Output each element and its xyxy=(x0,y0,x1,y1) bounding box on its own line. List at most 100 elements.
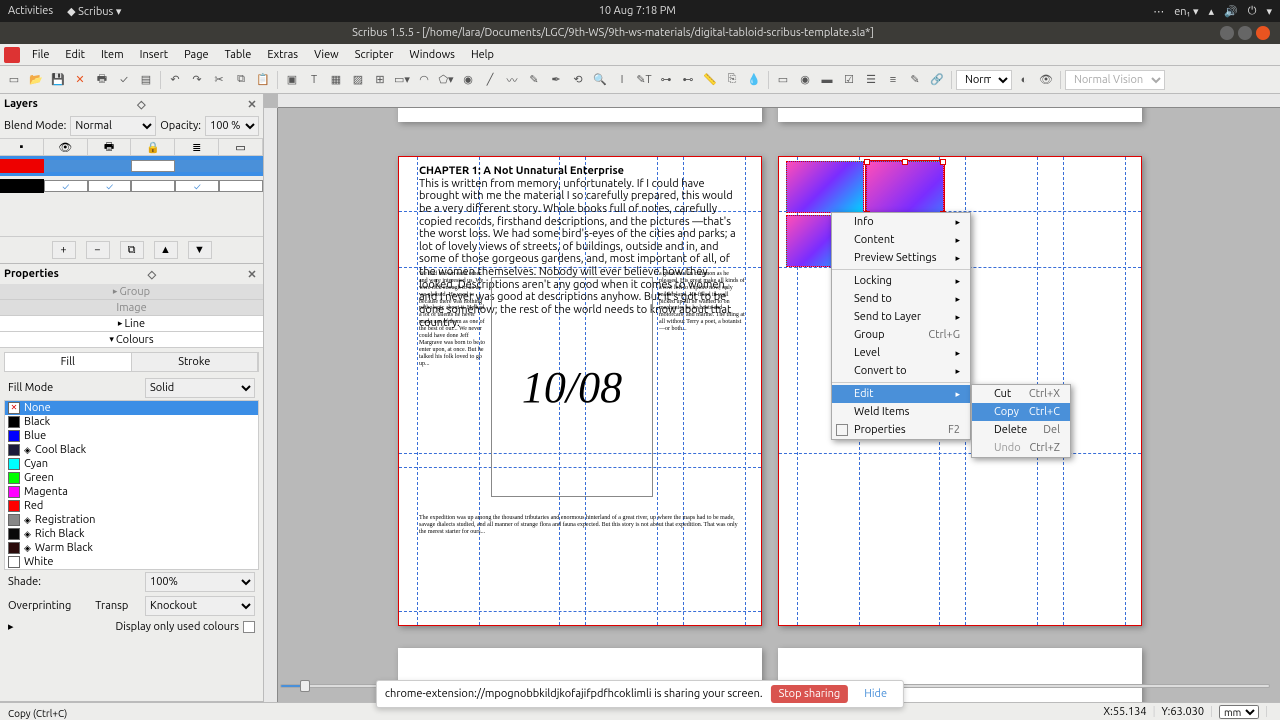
eyedropper-tool[interactable]: 💧 xyxy=(744,70,764,90)
rotate-tool[interactable]: ⟲ xyxy=(568,70,588,90)
page-left[interactable]: CHAPTER 1: A Not Unnatural Enterprise Th… xyxy=(398,156,762,626)
copyprops-tool[interactable]: ⎘ xyxy=(722,70,742,90)
unit-select[interactable]: mm xyxy=(1219,705,1259,719)
layer-lock-checkbox[interactable] xyxy=(131,160,175,172)
layers-close[interactable]: ✕ xyxy=(245,97,259,111)
pdf-textfield[interactable]: ▬ xyxy=(817,70,837,90)
redo-button[interactable]: ↷ xyxy=(187,70,207,90)
pdf-list[interactable]: ≡ xyxy=(883,70,903,90)
cut-button[interactable]: ✂ xyxy=(209,70,229,90)
print-button[interactable]: 🖶 xyxy=(92,70,112,90)
calligraphy-tool[interactable]: ✒ xyxy=(546,70,566,90)
color-row-red[interactable]: Red xyxy=(5,499,258,513)
menu-view[interactable]: View xyxy=(306,46,347,64)
bezier-tool[interactable]: 〰 xyxy=(502,70,522,90)
network-icon[interactable]: ▴ xyxy=(1209,5,1215,18)
ctx-edit-cut[interactable]: CutCtrl+X xyxy=(972,385,1070,403)
ctx-edit[interactable]: Edit▸ xyxy=(832,385,970,403)
menu-help[interactable]: Help xyxy=(463,46,502,64)
pdf-combo[interactable]: ☰ xyxy=(861,70,881,90)
ctx-edit-copy[interactable]: CopyCtrl+C xyxy=(972,403,1070,421)
preview-toggle[interactable]: 👁 xyxy=(1036,70,1056,90)
shape-tool[interactable]: ▭▾ xyxy=(392,70,412,90)
text-frame-col1[interactable]: We had known each other and were interes… xyxy=(417,269,489,509)
dup-layer-button[interactable]: ⧉ xyxy=(120,241,144,259)
text-frame-footer[interactable]: The expedition was up among the thousand… xyxy=(417,513,743,613)
layer-flow-checkbox[interactable] xyxy=(175,180,219,192)
shade-select[interactable]: 100% xyxy=(145,572,255,592)
minimize-button[interactable] xyxy=(1220,26,1234,40)
prop-image[interactable]: Image xyxy=(0,300,263,316)
stop-sharing-button[interactable]: Stop sharing xyxy=(771,685,849,703)
polygon-tool[interactable]: ⬠▾ xyxy=(436,70,456,90)
color-row-black[interactable]: Black xyxy=(5,415,258,429)
hide-notification-button[interactable]: Hide xyxy=(856,685,895,703)
color-row-blue[interactable]: Blue xyxy=(5,429,258,443)
editcontent-tool[interactable]: I xyxy=(612,70,632,90)
vision-mode-select[interactable]: Normal Vision xyxy=(1065,70,1165,90)
new-button[interactable]: ▭ xyxy=(4,70,24,90)
properties-undock[interactable]: ◇ xyxy=(145,267,159,281)
copy-button[interactable]: ⧉ xyxy=(231,70,251,90)
pdf-radio[interactable]: ◉ xyxy=(795,70,815,90)
menu-insert[interactable]: Insert xyxy=(132,46,176,64)
blend-mode-select[interactable]: Normal xyxy=(70,116,156,136)
layer-outline-checkbox[interactable] xyxy=(219,160,263,172)
app-indicator[interactable]: ◆ Scribus ▾ xyxy=(67,5,121,18)
prop-line[interactable]: ▸Line xyxy=(0,316,263,332)
date-frame[interactable]: 10/08 xyxy=(491,277,653,497)
layer-up-button[interactable]: ▲ xyxy=(154,241,178,259)
ctx-send-to[interactable]: Send to▸ xyxy=(832,290,970,308)
activities-button[interactable]: Activities xyxy=(8,5,53,18)
layers-undock[interactable]: ◇ xyxy=(134,97,148,111)
preview-mode-select[interactable]: Normal xyxy=(956,70,1012,90)
color-row-rich-black[interactable]: ◈Rich Black xyxy=(5,527,258,541)
ctx-weld-items[interactable]: Weld Items xyxy=(832,403,970,421)
undo-button[interactable]: ↶ xyxy=(165,70,185,90)
color-list[interactable]: ✕NoneBlackBlue◈Cool BlackCyanGreenMagent… xyxy=(4,400,259,570)
edittext-tool[interactable]: ✎T xyxy=(634,70,654,90)
layer-print-checkbox[interactable] xyxy=(88,160,132,172)
ctx-group[interactable]: GroupCtrl+G xyxy=(832,326,970,344)
layer-down-button[interactable]: ▼ xyxy=(188,241,212,259)
properties-close[interactable]: ✕ xyxy=(245,267,259,281)
table-tool[interactable]: ⊞ xyxy=(370,70,390,90)
close-button[interactable]: ✕ xyxy=(70,70,90,90)
measure-tool[interactable]: 📏 xyxy=(700,70,720,90)
spiral-tool[interactable]: ◉ xyxy=(458,70,478,90)
add-layer-button[interactable]: + xyxy=(52,241,76,259)
lang-indicator[interactable]: en₁ ▾ xyxy=(1174,5,1198,18)
menu-windows[interactable]: Windows xyxy=(401,46,463,64)
layer-lock-checkbox[interactable] xyxy=(131,180,175,192)
image-frame-1[interactable] xyxy=(786,161,864,213)
linkframes-tool[interactable]: ⊶ xyxy=(656,70,676,90)
power-icon[interactable]: ⏻ xyxy=(1248,5,1257,18)
fill-tab[interactable]: Fill xyxy=(5,353,132,371)
text-tool[interactable]: T xyxy=(304,70,324,90)
layer-row-0[interactable] xyxy=(0,156,263,176)
layer-outline-checkbox[interactable] xyxy=(219,180,263,192)
layer-row-1[interactable] xyxy=(0,176,263,196)
prop-group[interactable]: ▸Group xyxy=(0,284,263,300)
color-row-warm-black[interactable]: ◈Warm Black xyxy=(5,541,258,555)
ctx-level[interactable]: Level▸ xyxy=(832,344,970,362)
text-frame-col2[interactable]: a great deal in common as he pleased. Hi… xyxy=(657,269,747,509)
image-tool[interactable]: ▦ xyxy=(326,70,346,90)
ctx-locking[interactable]: Locking▸ xyxy=(832,272,970,290)
stroke-tab[interactable]: Stroke xyxy=(132,353,259,371)
preflight-button[interactable]: ✓ xyxy=(114,70,134,90)
expand-icon[interactable]: ▸ xyxy=(8,620,14,633)
render-tool[interactable]: ▨ xyxy=(348,70,368,90)
ctx-info[interactable]: Info▸ xyxy=(832,213,970,231)
arc-tool[interactable]: ◠ xyxy=(414,70,434,90)
fillmode-select[interactable]: Solid xyxy=(145,378,255,398)
color-row-green[interactable]: Green xyxy=(5,471,258,485)
volume-icon[interactable]: 🔊 xyxy=(1224,5,1238,18)
ctx-preview-settings[interactable]: Preview Settings▸ xyxy=(832,249,970,267)
freehand-tool[interactable]: ✎ xyxy=(524,70,544,90)
opacity-select[interactable]: 100 % xyxy=(205,116,259,136)
pdf-annot[interactable]: ✎ xyxy=(905,70,925,90)
overprint-select[interactable]: Knockout xyxy=(145,596,255,616)
menu-item[interactable]: Item xyxy=(93,46,132,64)
color-row-magenta[interactable]: Magenta xyxy=(5,485,258,499)
